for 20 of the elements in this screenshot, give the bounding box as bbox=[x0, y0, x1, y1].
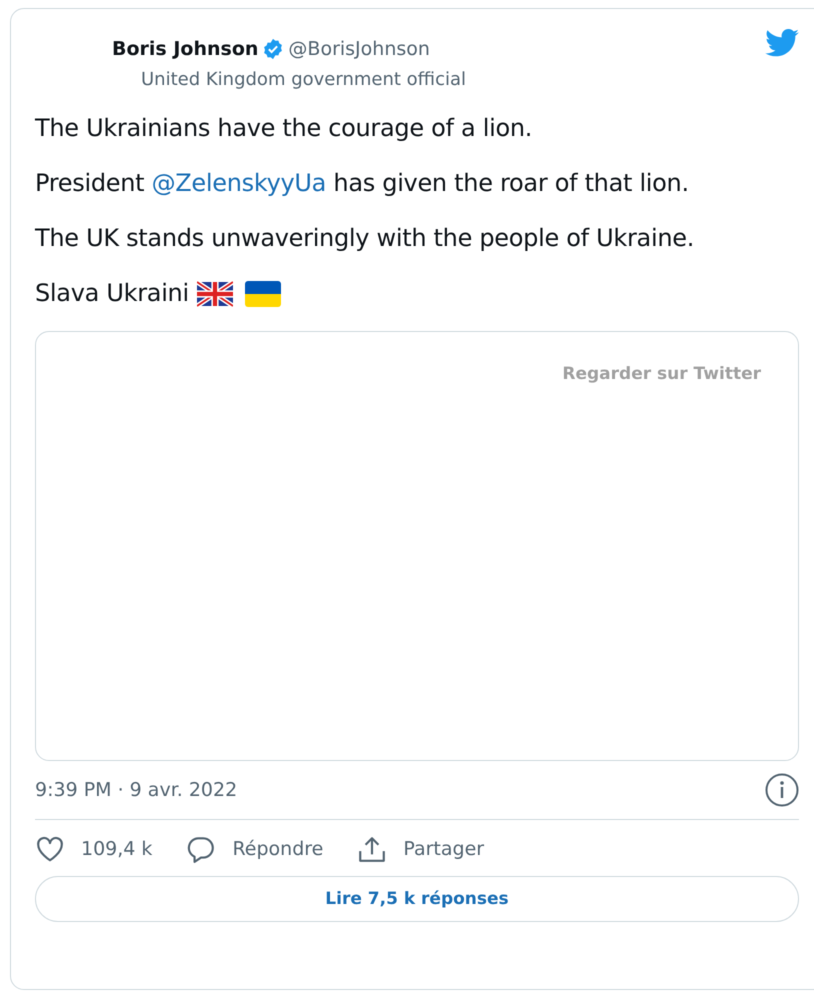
bird-icon[interactable] bbox=[765, 29, 799, 57]
uk-flag-icon bbox=[196, 280, 233, 307]
tweet-text: Slava Ukraini bbox=[35, 278, 189, 310]
timestamp: 9:39 PM · 9 avr. 2022 bbox=[35, 778, 238, 803]
share-icon bbox=[357, 834, 388, 864]
speech-bubble-icon bbox=[186, 834, 216, 864]
read-replies-button[interactable]: Lire 7,5 k réponses bbox=[35, 876, 799, 922]
like-button[interactable]: 109,4 k bbox=[35, 834, 152, 864]
ua-flag-icon bbox=[244, 280, 281, 307]
tweet-text: President @ZelenskyyUa has given the roar of that lion. bbox=[35, 168, 690, 199]
info-icon[interactable] bbox=[765, 773, 799, 808]
author-name[interactable]: Boris Johnson bbox=[112, 35, 258, 64]
heart-icon bbox=[35, 834, 65, 864]
author-handle[interactable]: @BorisJohnson bbox=[288, 35, 430, 64]
account-label: United Kingdom government official bbox=[140, 68, 466, 92]
tweet-text: The UK stands unwaveringly with the people of Ukraine. bbox=[35, 222, 696, 254]
reply-button[interactable]: Répondre bbox=[186, 834, 324, 864]
share-button[interactable]: Partager bbox=[357, 834, 484, 864]
tweet-text: The Ukrainians have the courage of a lion. bbox=[35, 112, 534, 144]
mention-link[interactable]: @ZelenskyyUa bbox=[152, 168, 326, 197]
